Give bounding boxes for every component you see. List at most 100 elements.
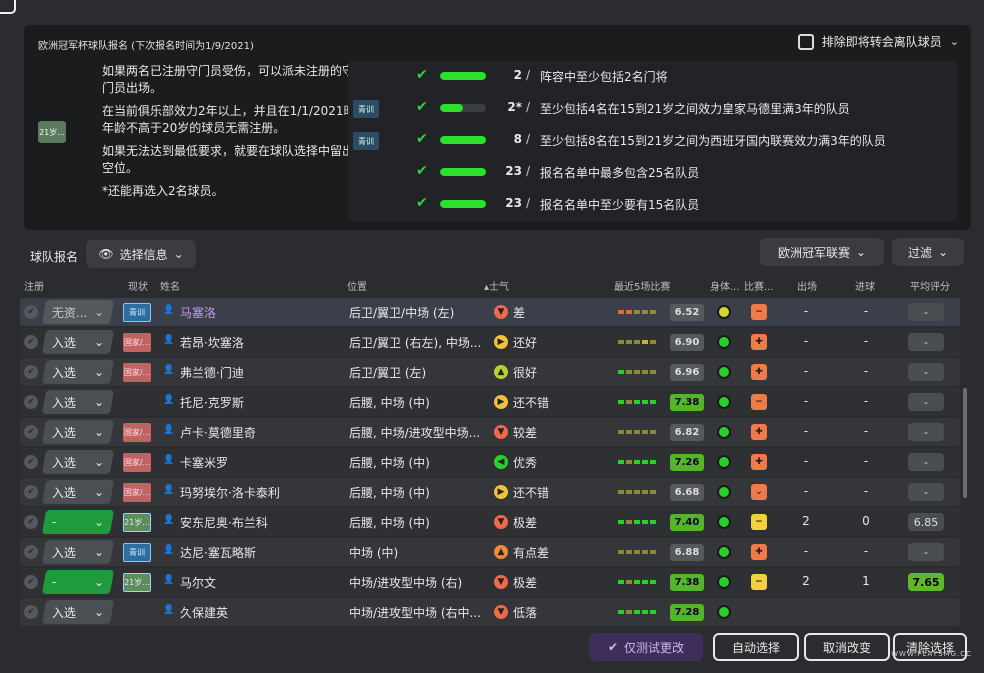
player-name[interactable]: 玛努埃尔·洛卡泰利 <box>180 484 280 501</box>
auto-select-button[interactable]: 自动选择 <box>713 633 799 661</box>
col-morale[interactable]: ▴士气 <box>484 278 509 293</box>
rule-progress-bar <box>440 168 486 176</box>
col-apps[interactable]: 出场 <box>797 278 817 293</box>
registration-dropdown[interactable]: 无资... ⌄ <box>41 300 115 324</box>
registration-dropdown[interactable]: 入选 ⌄ <box>41 360 115 384</box>
morale-text: 低落 <box>513 606 538 620</box>
chevron-down-icon: ⌄ <box>93 365 104 379</box>
match-sharpness-icon: − <box>751 514 767 530</box>
form-mark <box>642 370 648 374</box>
registration-dropdown[interactable]: - ⌄ <box>41 510 115 534</box>
appearances: - <box>803 394 809 408</box>
person-icon: 👤 <box>163 455 175 465</box>
col-name[interactable]: 姓名 <box>160 278 180 293</box>
selected-check-icon[interactable]: ✔ <box>24 455 38 469</box>
rule-progress-bar <box>440 136 486 144</box>
table-row[interactable]: ✔ - ⌄ 21岁... 👤 安东尼奥·布兰科 后腰, 中场 (中) ▼ 极差 7.40−2 0 6.… <box>20 508 960 536</box>
col-form[interactable]: 最近5场比赛 <box>614 278 670 293</box>
registration-value: 入选 <box>52 455 77 470</box>
select-info-button[interactable]: 👁 选择信息 ⌄ <box>86 240 196 268</box>
selected-check-icon[interactable]: ✔ <box>24 485 38 499</box>
selected-check-icon[interactable]: ✔ <box>24 395 38 409</box>
selected-check-icon[interactable]: ✔ <box>24 335 38 349</box>
registration-dropdown[interactable]: 入选 ⌄ <box>41 540 115 564</box>
competition-dropdown[interactable]: 欧洲冠军联赛 ⌄ <box>760 238 884 266</box>
player-name[interactable]: 卢卡·莫德里奇 <box>180 424 256 441</box>
col-position[interactable]: 位置 <box>347 278 367 293</box>
selected-check-icon[interactable]: ✔ <box>24 305 38 319</box>
form-mark <box>634 430 640 434</box>
player-name[interactable]: 马塞洛 <box>180 304 216 321</box>
rule-row: ✔ 23 / 报名名单中最多包含25名队员 <box>348 157 958 187</box>
player-name[interactable]: 若昂·坎塞洛 <box>180 334 244 351</box>
scrollbar[interactable] <box>963 388 967 498</box>
registration-dropdown[interactable]: - ⌄ <box>41 570 115 594</box>
player-position: 后腰, 中场 (中) <box>349 486 430 500</box>
condition-icon <box>717 545 731 559</box>
col-match[interactable]: 比赛... <box>744 278 774 293</box>
registration-dropdown[interactable]: 入选 ⌄ <box>41 600 115 624</box>
morale-icon: ▼ <box>494 305 508 319</box>
condition-icon <box>717 605 731 619</box>
player-name[interactable]: 安东尼奥·布兰科 <box>180 514 268 531</box>
col-condition[interactable]: 身体... <box>710 278 740 293</box>
exclude-checkbox[interactable] <box>797 33 814 50</box>
player-name[interactable]: 马尔文 <box>180 574 216 591</box>
top-left-frame <box>0 0 16 14</box>
match-sharpness-icon: ⌄ <box>751 484 767 500</box>
table-row[interactable]: ✔ 入选 ⌄ 青训 👤 达尼·塞瓦略斯 中场 (中) ▲ 有点差 6.88 ✚ - - - <box>20 538 960 566</box>
player-name[interactable]: 卡塞米罗 <box>180 454 228 471</box>
col-reg[interactable]: 注册 <box>24 278 44 293</box>
exclude-leaving-toggle[interactable]: 排除即将转会离队球员 ⌄ <box>797 33 959 50</box>
morale-text: 还不错 <box>513 486 550 500</box>
selected-check-icon[interactable]: ✔ <box>24 545 38 559</box>
match-sharpness-icon: − <box>751 574 767 590</box>
goals: - <box>863 544 869 558</box>
table-row[interactable]: ✔ - ⌄ 21岁... 👤 马尔文 中场/进攻型中场 (右) ▼ 极差 7.38−2 1 7.65 <box>20 568 960 596</box>
chevron-down-icon: ⌄ <box>93 605 104 619</box>
registration-dropdown[interactable]: 入选 ⌄ <box>41 450 115 474</box>
registration-dropdown[interactable]: 入选 ⌄ <box>41 330 115 354</box>
selected-check-icon[interactable]: ✔ <box>24 365 38 379</box>
recent-form <box>618 430 656 434</box>
form-mark <box>642 520 648 524</box>
test-changes-button[interactable]: ✔ 仅测试更改 <box>589 633 703 661</box>
col-goals[interactable]: 进球 <box>855 278 875 293</box>
appearances: - <box>803 454 809 468</box>
table-row[interactable]: ✔ 无资... ⌄ 青训 👤 马塞洛 后卫/翼卫/中场 (左) ▼ 差 6.52 − - - - <box>20 298 960 326</box>
person-icon: 👤 <box>163 485 175 495</box>
col-avg[interactable]: 平均评分 <box>910 278 950 293</box>
form-mark <box>650 610 656 614</box>
col-status[interactable]: 现状 <box>128 278 148 293</box>
form-mark <box>626 580 632 584</box>
filter-button[interactable]: 过滤 ⌄ <box>892 238 964 266</box>
selected-check-icon[interactable]: ✔ <box>24 575 38 589</box>
selected-check-icon[interactable]: ✔ <box>24 425 38 439</box>
selected-check-icon[interactable]: ✔ <box>24 605 38 619</box>
registration-dropdown[interactable]: 入选 ⌄ <box>41 480 115 504</box>
average-rating: 7.65 <box>908 573 944 591</box>
table-row[interactable]: ✔ 入选 ⌄ 国家/... 👤 若昂·坎塞洛 后卫/翼卫 (右左), 中场... ▶ 还好 6.9… <box>20 328 960 356</box>
table-row[interactable]: ✔ 入选 ⌄ 国家/... 👤 玛努埃尔·洛卡泰利 后腰, 中场 (中) ▶ 还不错 6.68 ⌄ -… <box>20 478 960 506</box>
table-row[interactable]: ✔ 入选 ⌄ 国家/... 👤 卢卡·莫德里奇 后腰, 中场/进攻型中场... ▼ 较差 6.82… <box>20 418 960 446</box>
player-name[interactable]: 达尼·塞瓦略斯 <box>180 544 256 561</box>
chevron-down-icon: ⌄ <box>93 455 104 469</box>
rule-progress-bar <box>440 200 486 208</box>
table-row[interactable]: ✔ 入选 ⌄ 国家/... 👤 卡塞米罗 后腰, 中场 (中) ◀ 优秀 7.26 ✚ - - - <box>20 448 960 476</box>
chevron-down-icon[interactable]: ⌄ <box>950 35 959 48</box>
selected-check-icon[interactable]: ✔ <box>24 515 38 529</box>
registration-dropdown[interactable]: 入选 ⌄ <box>41 420 115 444</box>
registration-dropdown[interactable]: 入选 ⌄ <box>41 390 115 414</box>
table-row[interactable]: ✔ 入选 ⌄ 👤 久保建英 中场/进攻型中场 (右中... ▼ 低落 7.28 <box>20 598 960 626</box>
form-rating: 7.28 <box>670 604 704 621</box>
player-name[interactable]: 久保建英 <box>180 604 228 621</box>
cancel-changes-button[interactable]: 取消改变 <box>804 633 890 661</box>
player-position: 后腰, 中场/进攻型中场... <box>349 426 481 440</box>
table-row[interactable]: ✔ 入选 ⌄ 👤 托尼·克罗斯 后腰, 中场 (中) ▶ 还不错 7.38 − - - - <box>20 388 960 416</box>
average-rating: - <box>908 453 944 471</box>
player-name[interactable]: 弗兰德·门迪 <box>180 364 244 381</box>
match-sharpness-icon: − <box>751 394 767 410</box>
table-row[interactable]: ✔ 入选 ⌄ 国家/... 👤 弗兰德·门迪 后卫/翼卫 (左) ▲ 很好 6.96 ✚ - - - <box>20 358 960 386</box>
player-name[interactable]: 托尼·克罗斯 <box>180 394 244 411</box>
form-mark <box>642 550 648 554</box>
